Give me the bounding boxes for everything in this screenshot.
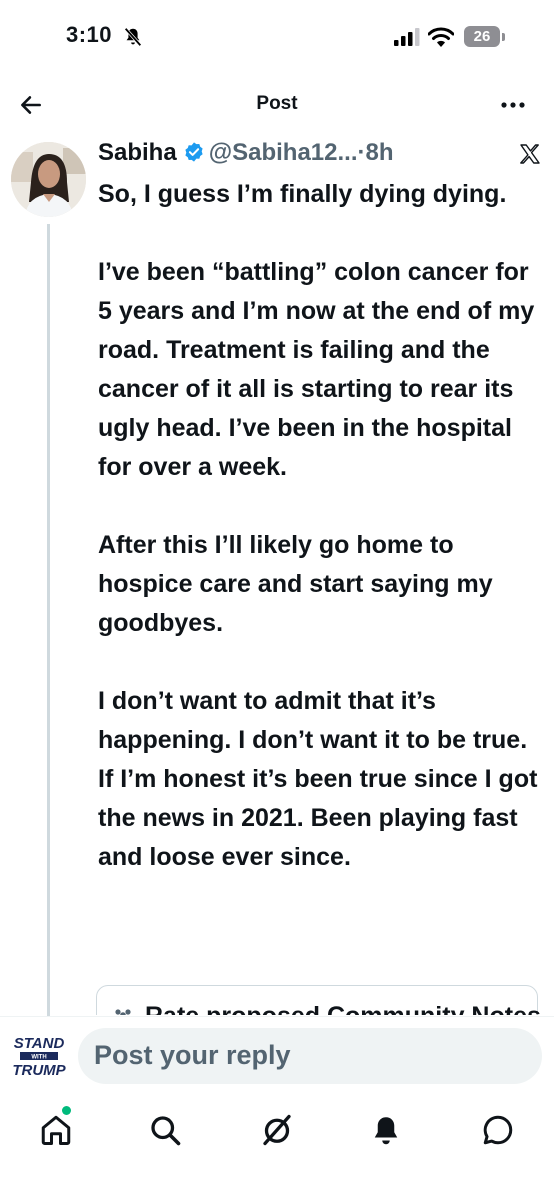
author-handle[interactable]: @Sabiha12...: [209, 139, 358, 166]
post-time: 8h: [365, 139, 394, 166]
reply-bar: STAND WITH TRUMP Post your reply: [0, 1016, 554, 1095]
author-row: Sabiha @Sabiha12...·8h: [98, 139, 394, 173]
nav-grok[interactable]: [259, 1112, 295, 1148]
battery-cap: [502, 33, 505, 41]
bell-off-icon: [124, 27, 142, 47]
nav-messages[interactable]: [480, 1112, 516, 1148]
post-header: Post: [0, 80, 554, 130]
status-time: 3:10: [66, 22, 113, 47]
x-logo-icon: [520, 144, 540, 164]
bell-icon: [374, 1117, 398, 1145]
battery-indicator: 26: [464, 26, 508, 48]
wifi-icon: [428, 27, 454, 47]
post-paragraph: After this I’ll likely go home to hospic…: [98, 531, 493, 637]
community-note-label: Rate proposed Community Notes: [145, 1002, 541, 1015]
post-paragraph: I’ve been “battling” colon cancer for 5 …: [98, 258, 535, 481]
post-paragraph: So, I guess I’m finally dying dying.: [98, 180, 507, 208]
author-avatar[interactable]: [11, 142, 86, 217]
avatar-photo: [11, 142, 86, 217]
people-icon: [115, 1009, 131, 1015]
thread-line: [47, 224, 50, 1016]
battery-level: 26: [473, 28, 491, 45]
nav-notifications[interactable]: [368, 1112, 404, 1148]
reply-input[interactable]: Post your reply: [78, 1028, 542, 1084]
home-icon: [41, 1115, 71, 1145]
post-paragraph: I don’t want to admit that it’s happenin…: [98, 687, 538, 871]
community-note-card[interactable]: Rate proposed Community Notes: [96, 985, 542, 1015]
notification-dot: [62, 1106, 71, 1115]
nav-search[interactable]: [147, 1112, 183, 1148]
verified-badge-icon: [185, 142, 203, 162]
post-separator: ·: [357, 139, 366, 166]
reply-placeholder: Post your reply: [94, 1040, 291, 1070]
logo-text-bottom: TRUMP: [12, 1062, 66, 1079]
more-options-icon[interactable]: [500, 94, 526, 116]
stand-with-trump-logo: STAND WITH TRUMP: [8, 1025, 70, 1087]
logo-text-middle: WITH: [31, 1055, 46, 1061]
chat-icon: [483, 1115, 513, 1145]
search-icon: [151, 1116, 181, 1146]
page-title: Post: [256, 93, 298, 114]
reply-avatar[interactable]: STAND WITH TRUMP: [8, 1025, 70, 1087]
grok-icon: [263, 1114, 291, 1146]
community-note-box: Rate proposed Community Notes: [96, 985, 541, 1015]
logo-text-top: STAND: [14, 1035, 65, 1052]
author-name[interactable]: Sabiha: [98, 139, 177, 166]
signal-icon: [394, 28, 420, 46]
status-bar: 3:10 26: [0, 0, 554, 80]
post-body: So, I guess I’m finally dying dying. I’v…: [98, 175, 538, 916]
bottom-nav: [0, 1094, 554, 1200]
nav-home[interactable]: [38, 1106, 74, 1148]
